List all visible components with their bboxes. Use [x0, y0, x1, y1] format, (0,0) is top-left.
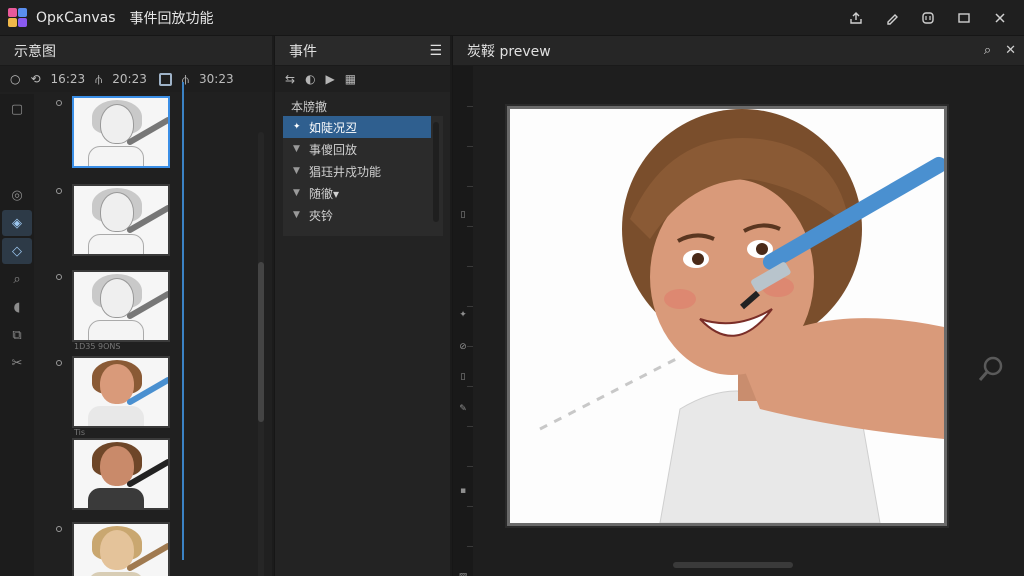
list-item[interactable]	[52, 438, 182, 516]
playhead-handle[interactable]	[158, 72, 172, 86]
shape-icon[interactable]: ◎	[2, 182, 32, 208]
close-icon[interactable]	[982, 0, 1018, 36]
frame-thumbnail[interactable]	[72, 438, 170, 510]
tool-rail: ▢ ◎ ◈ ◇ ⌕ ◖ ⧉ ✂	[0, 94, 34, 576]
window-subtitle: 事件回放功能	[129, 10, 214, 27]
chevron-down-icon: ▼	[293, 166, 300, 176]
eraser-icon[interactable]: ◇	[2, 238, 32, 264]
events-panel-title: 事件	[289, 43, 317, 60]
grid-icon[interactable]: ▦	[345, 72, 356, 86]
link-icon[interactable]: ⊘	[457, 342, 469, 354]
loop-icon[interactable]: ○	[10, 72, 20, 86]
preview-horizontal-scrollbar[interactable]	[673, 562, 793, 568]
preview-canvas[interactable]	[507, 106, 947, 526]
preview-panel-title: 炭鞖 prevew	[467, 43, 551, 60]
close-icon[interactable]: ✕	[1005, 43, 1016, 58]
timestamp-2: 20:23	[112, 72, 147, 86]
timestamp-1: 16:23	[50, 72, 86, 86]
cut-icon[interactable]: ✂	[2, 350, 32, 376]
events-panel: 事件 ☰ ⇆ ◐ ▶ ▦ 本牓撤 ✦ 如陡况丒 ▼ 事傻回放 ▼ 猖珏井戍功能 …	[274, 36, 450, 576]
window-controls	[838, 0, 1018, 36]
event-item[interactable]: ▼ 夾钤	[283, 204, 443, 226]
event-item-label: 如陡况丒	[309, 120, 358, 135]
frame-thumbnail[interactable]	[72, 184, 170, 256]
chevron-down-icon: ▼	[293, 210, 300, 220]
fill-icon[interactable]: ◈	[2, 210, 32, 236]
timestamp-3: 30:23	[199, 72, 234, 86]
brush-icon[interactable]	[874, 0, 910, 36]
rewind-icon[interactable]: ⟲	[30, 72, 40, 86]
events-toolbar: ⇆ ◐ ▶ ▦	[275, 66, 450, 92]
marker-icon[interactable]: ⫛	[95, 72, 102, 87]
event-item-label: 猖珏井戍功能	[309, 164, 382, 179]
phone-icon[interactable]: ▯	[457, 372, 469, 384]
list-item[interactable]: Tis	[52, 356, 182, 437]
lasso-icon[interactable]: ◖	[2, 294, 32, 320]
list-item[interactable]	[52, 522, 182, 576]
marker-icon[interactable]: ▪	[457, 486, 469, 498]
zoom-tool-icon[interactable]: ⌕	[2, 266, 32, 292]
preview-panel: 炭鞖 prevew ⌕ ✕ ▯ ✦ ⊘ ▯ ✎ ▪ ▨	[452, 36, 1024, 576]
add-icon: ✦	[293, 122, 301, 132]
thumbnail-panel: 示意图 ○ ⟲ 16:23 ⫛ 20:23 ⫛ 30:23 ▢ ◎ ◈ ◇ ⌕ …	[0, 36, 272, 576]
search-icon[interactable]: ⌕	[984, 43, 991, 58]
list-item[interactable]	[52, 184, 182, 262]
ruler-icon[interactable]: ▯	[457, 210, 469, 222]
vertical-ruler: ▯ ✦ ⊘ ▯ ✎ ▪ ▨	[453, 66, 473, 576]
event-item[interactable]: ▼ 随徹▾	[283, 182, 443, 204]
chevron-down-icon: ▼	[293, 144, 300, 154]
chevron-down-icon: ▼	[293, 188, 300, 198]
title-bar: OpκCanvas 事件回放功能	[0, 0, 1024, 36]
compare-icon[interactable]: ⇆	[285, 72, 295, 86]
filter-icon[interactable]: ☰	[429, 43, 442, 59]
event-item[interactable]: ▼ 猖珏井戍功能	[283, 160, 443, 182]
thumbnail-scrollbar[interactable]	[258, 132, 264, 576]
list-item[interactable]: 1D35 9ONS	[52, 270, 182, 351]
event-item[interactable]: ✦ 如陡况丒	[283, 116, 431, 138]
frame-thumbnail[interactable]	[72, 522, 170, 576]
restore-icon[interactable]	[946, 0, 982, 36]
frame-icon[interactable]: ▢	[2, 96, 32, 122]
event-item-label: 事傻回放	[309, 142, 358, 157]
share-icon[interactable]	[838, 0, 874, 36]
edit-icon[interactable]: ✎	[457, 404, 469, 416]
app-logo-icon	[8, 7, 28, 28]
events-scrollbar[interactable]	[433, 122, 439, 222]
thumbnail-panel-title: 示意图	[0, 36, 272, 66]
frame-thumbnail[interactable]	[72, 270, 170, 342]
events-group-label: 本牓撤	[291, 100, 328, 114]
zoom-overlay-icon[interactable]	[977, 354, 1007, 384]
event-item[interactable]: ▼ 事傻回放	[283, 138, 443, 160]
thumbnail-caption: 1D35 9ONS	[74, 342, 121, 351]
step-back-icon[interactable]: ◐	[305, 72, 315, 86]
events-list: ✦ 如陡况丒 ▼ 事傻回放 ▼ 猖珏井戍功能 ▼ 随徹▾ ▼ 夾钤	[283, 116, 443, 236]
event-item-label: 随徹▾	[309, 186, 340, 201]
event-item-label: 夾钤	[309, 208, 334, 223]
layer-icon[interactable]: ⧉	[2, 322, 32, 348]
events-panel-header: 事件 ☰	[275, 36, 450, 66]
hatch-icon[interactable]: ▨	[457, 572, 469, 576]
timeline-bar[interactable]: ○ ⟲ 16:23 ⫛ 20:23 ⫛ 30:23	[0, 66, 272, 92]
playhead-line	[182, 82, 184, 560]
preview-panel-header: 炭鞖 prevew ⌕ ✕	[453, 36, 1024, 66]
app-window: OpκCanvas 事件回放功能 示意图 ○ ⟲ 16:23 ⫛ 20:23 ⫛…	[0, 0, 1024, 576]
pin-icon[interactable]: ✦	[457, 310, 469, 322]
frame-thumbnail[interactable]	[72, 356, 170, 428]
list-item[interactable]	[52, 96, 182, 174]
play-icon[interactable]: ▶	[326, 72, 335, 86]
artwork-illustration	[539, 109, 944, 523]
app-name: OpκCanvas	[36, 9, 116, 26]
frame-thumbnail[interactable]	[72, 96, 170, 168]
badge-icon[interactable]	[910, 0, 946, 36]
thumbnail-caption: Tis	[74, 428, 86, 437]
